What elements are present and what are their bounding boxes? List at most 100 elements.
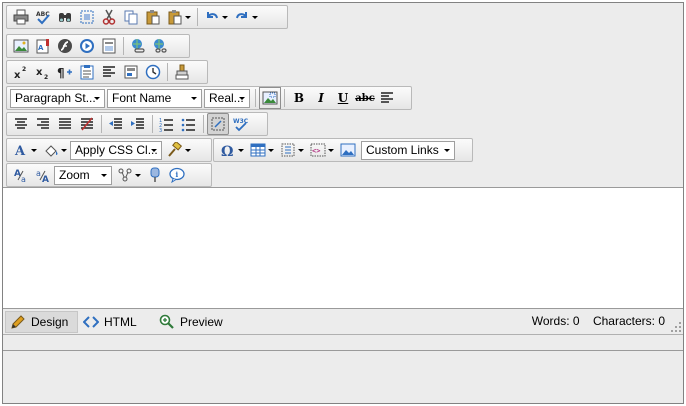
toolbar-separator (255, 89, 256, 107)
preview-mode-label: Preview (180, 315, 223, 329)
svg-text:<>: <> (312, 147, 320, 155)
image-properties-button[interactable] (337, 139, 359, 161)
insert-div-button[interactable] (277, 139, 307, 161)
underline-label: U (337, 91, 349, 105)
media-manager-button[interactable] (76, 35, 98, 57)
justify-button[interactable] (54, 113, 76, 135)
font-name-dropdown[interactable]: Font Name (107, 88, 202, 108)
chevron-down-icon (185, 16, 191, 19)
subscript-button[interactable]: x2 (32, 61, 54, 83)
find-replace-button[interactable] (54, 6, 76, 28)
flash-manager-button[interactable] (54, 35, 76, 57)
indent-button[interactable] (127, 113, 149, 135)
align-center-button[interactable] (10, 113, 32, 135)
chevron-down-icon (238, 149, 244, 152)
svg-text:Ω: Ω (221, 144, 233, 158)
convert-to-uppercase-button[interactable]: aA (32, 164, 54, 186)
remove-alignment-button[interactable] (76, 113, 98, 135)
svg-text:2: 2 (22, 66, 26, 73)
zoom-dropdown[interactable]: Zoom (54, 165, 112, 185)
insert-custom-tag-button[interactable]: <> (307, 139, 337, 161)
word-character-count: Words: 0 Characters: 0 (532, 314, 665, 328)
numbered-list-button[interactable]: 123 (156, 113, 178, 135)
paragraph-style-dropdown[interactable]: Paragraph St... (10, 88, 105, 108)
background-color-button[interactable] (40, 139, 70, 161)
toolbar-row-3: x2 x2 ¶ (6, 60, 208, 84)
italic-button[interactable]: I (310, 87, 332, 109)
format-block-button[interactable] (98, 61, 120, 83)
align-right-button[interactable] (32, 113, 54, 135)
code-icon (83, 316, 99, 328)
toolbar-row-1: ABC (6, 5, 288, 29)
toolbar-separator (152, 115, 153, 133)
custom-links-dropdown[interactable]: Custom Links (361, 140, 455, 160)
css-class-value: Apply CSS Cl... (75, 143, 158, 157)
outdent-button[interactable] (105, 113, 127, 135)
cut-button[interactable] (98, 6, 120, 28)
redo-button[interactable] (231, 6, 261, 28)
convert-to-lowercase-button[interactable]: Aa (10, 164, 32, 186)
toolbar-row-2: A (6, 34, 190, 58)
magnifier-icon (159, 314, 174, 329)
copy-button[interactable] (120, 6, 142, 28)
insert-link-button[interactable] (127, 35, 149, 57)
about-button[interactable]: i (166, 164, 188, 186)
toolbar-separator (123, 37, 124, 55)
toolbar-separator (197, 8, 198, 26)
paste-options-button[interactable] (164, 6, 194, 28)
underline-button[interactable]: U (332, 87, 354, 109)
chevron-down-icon (298, 149, 304, 152)
status-bar (3, 335, 683, 351)
paste-button[interactable] (142, 6, 164, 28)
superscript-button[interactable]: x2 (10, 61, 32, 83)
resize-grip-icon[interactable] (671, 322, 681, 332)
image-manager-button[interactable] (10, 35, 32, 57)
select-all-button[interactable] (76, 6, 98, 28)
design-mode-tab[interactable]: Design (5, 311, 78, 333)
strikethrough-label: abc (355, 92, 375, 104)
format-painter-button[interactable] (164, 139, 194, 161)
chevron-down-icon (222, 16, 228, 19)
align-left-button[interactable] (376, 87, 398, 109)
insert-symbol-button[interactable]: Ω (217, 139, 247, 161)
insert-paragraph-button[interactable]: ¶ (54, 61, 76, 83)
template-manager-button[interactable] (98, 35, 120, 57)
svg-text:A: A (38, 44, 44, 52)
preview-mode-tab[interactable]: Preview (159, 311, 229, 333)
undo-button[interactable] (201, 6, 231, 28)
svg-text:A: A (14, 144, 26, 158)
module-manager-button[interactable] (114, 164, 144, 186)
chevron-down-icon (94, 96, 100, 100)
bold-button[interactable]: B (288, 87, 310, 109)
html-mode-tab[interactable]: HTML (83, 311, 143, 333)
toggle-borders-button[interactable] (207, 113, 229, 135)
track-changes-button[interactable] (144, 164, 166, 186)
css-class-dropdown[interactable]: Apply CSS Cl... (70, 140, 162, 160)
svg-text:a: a (36, 169, 41, 178)
remove-link-button[interactable] (149, 35, 171, 57)
insert-date-button[interactable] (142, 61, 164, 83)
xhtml-validator-button[interactable]: W3C (229, 113, 251, 135)
html-mode-label: HTML (104, 315, 137, 329)
words-label: Words: (531, 314, 570, 328)
toolbar-row-4: Paragraph St... Font Name Real... B I U … (6, 86, 412, 110)
strikethrough-button[interactable]: abc (354, 87, 376, 109)
document-manager-button[interactable]: A (32, 35, 54, 57)
print-button[interactable] (10, 6, 32, 28)
insert-form-element-button[interactable] (76, 61, 98, 83)
chevron-down-icon (444, 148, 450, 152)
spellcheck-button[interactable]: ABC (32, 6, 54, 28)
chevron-down-icon (185, 149, 191, 152)
format-stripper-button[interactable] (171, 61, 193, 83)
image-map-button[interactable] (259, 87, 281, 109)
mode-bar: Design HTML Preview Words: 0 Characters:… (3, 309, 683, 335)
toolbar-separator (101, 115, 102, 133)
font-size-dropdown[interactable]: Real... (204, 88, 250, 108)
content-editable-area[interactable] (3, 187, 683, 309)
bullet-list-button[interactable] (178, 113, 200, 135)
words-value: 0 (572, 314, 580, 328)
svg-text:A: A (42, 175, 49, 183)
insert-snippet-button[interactable] (120, 61, 142, 83)
font-color-button[interactable]: A (10, 139, 40, 161)
insert-table-button[interactable] (247, 139, 277, 161)
